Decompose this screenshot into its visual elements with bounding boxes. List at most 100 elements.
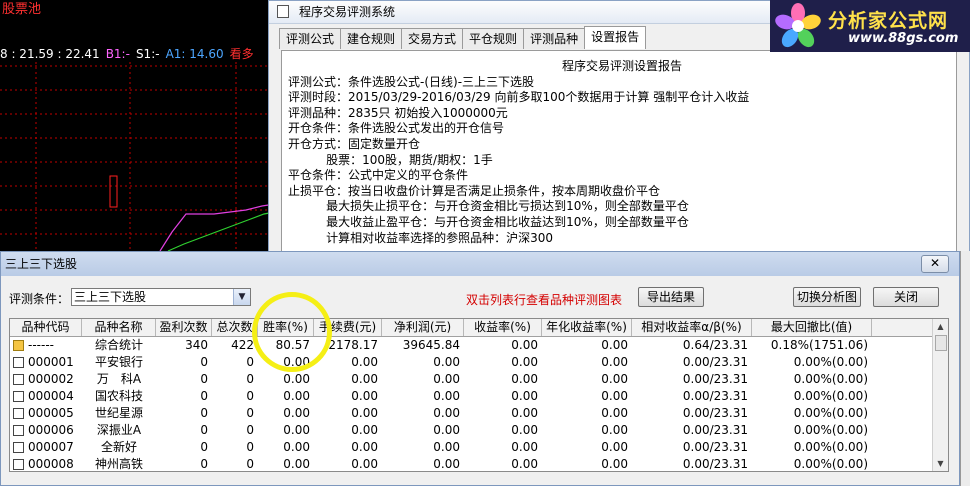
column-header-rel[interactable]: 相对收益率α/β(%) <box>632 319 752 336</box>
column-header-annual[interactable]: 年化收益率(%) <box>542 319 632 336</box>
cell-total: 0 <box>246 389 254 403</box>
table-row[interactable]: 000004 国农科技 0 0 0.00 0.00 0.00 0.00 0.00 0.00/23.… <box>10 388 932 405</box>
column-header-fee[interactable]: 手续费(元) <box>314 319 382 336</box>
cell-name: 国农科技 <box>94 389 143 403</box>
cell-profit: 0.00 <box>433 440 460 454</box>
report-line: 计算相对收益率选择的参照品种：沪深300 <box>288 230 554 245</box>
cell-winrate: 0.00 <box>283 457 310 471</box>
cell-winrate: 0.00 <box>283 440 310 454</box>
cell-dd: 0.00%(0.00) <box>793 389 868 403</box>
results-table[interactable]: 品种代码 品种名称 盈利次数 总次数 胜率(%) 手续费(元) 净利润(元) 收益率(%) 年化… <box>9 318 949 472</box>
cell-ret: 0.00 <box>511 355 538 369</box>
column-header-code[interactable]: 品种代码 <box>10 319 82 336</box>
table-row[interactable]: 000008 神州高铁 0 0 0.00 0.00 0.00 0.00 0.00 0.00/23.… <box>10 456 932 471</box>
cell-rel: 0.00/23.31 <box>682 423 748 437</box>
cell-rel: 0.00/23.31 <box>682 372 748 386</box>
column-header-ret[interactable]: 收益率(%) <box>464 319 542 336</box>
chevron-down-icon[interactable]: ▼ <box>233 289 250 305</box>
table-row[interactable]: 000001 平安银行 0 0 0.00 0.00 0.00 0.00 0.00 0.00/23.… <box>10 354 932 371</box>
cell-fee: 0.00 <box>351 372 378 386</box>
cell-code: 000004 <box>28 389 74 403</box>
cell-annual: 0.00 <box>601 372 628 386</box>
green-line <box>167 211 275 252</box>
cell-code: 000001 <box>28 355 74 369</box>
cell-profit: 0.00 <box>433 355 460 369</box>
vertical-scrollbar[interactable]: ▲ ▼ <box>932 319 948 471</box>
cell-fee: 0.00 <box>351 406 378 420</box>
export-button[interactable]: 导出结果 <box>638 287 704 307</box>
close-button[interactable]: 关闭 <box>873 287 939 307</box>
cell-ret: 0.00 <box>511 372 538 386</box>
cell-profit: 0.00 <box>433 457 460 471</box>
column-header-winrate[interactable]: 胜率(%) <box>258 319 314 336</box>
table-row[interactable]: 000006 深振业A 0 0 0.00 0.00 0.00 0.00 0.00 0.00/23.… <box>10 422 932 439</box>
cell-dd: 0.00%(0.00) <box>793 457 868 471</box>
tab-strip: 评测公式 建仓规则 交易方式 平仓规则 评测品种 设置报告 <box>279 26 647 50</box>
table-row[interactable]: 000007 全新好 0 0 0.00 0.00 0.00 0.00 0.00 0.00/23.3… <box>10 439 932 456</box>
cell-code: ------ <box>28 338 54 352</box>
window-titlebar[interactable]: 三上三下选股 ✕ <box>1 252 959 276</box>
table-row[interactable]: 000005 世纪星源 0 0 0.00 0.00 0.00 0.00 0.00 0.00/23.… <box>10 405 932 422</box>
cell-fee: 2178.17 <box>328 338 378 352</box>
selection-results-window[interactable]: 三上三下选股 ✕ 评测条件： 三上三下选股 ▼ 双击列表行查看品种评测图表 导出… <box>0 251 960 486</box>
tab-symbols[interactable]: 评测品种 <box>523 28 586 49</box>
tab-settings-report[interactable]: 设置报告 <box>584 26 647 49</box>
column-header-wins[interactable]: 盈利次数 <box>156 319 212 336</box>
background-window-edge <box>960 251 970 486</box>
cell-winrate: 0.00 <box>283 389 310 403</box>
condition-select[interactable]: 三上三下选股 ▼ <box>71 288 251 306</box>
cell-rel: 0.00/23.31 <box>682 355 748 369</box>
tab-open-rule[interactable]: 建仓规则 <box>340 28 403 49</box>
scroll-up-icon[interactable]: ▲ <box>933 319 948 334</box>
tab-close-rule[interactable]: 平仓规则 <box>462 28 525 49</box>
cell-wins: 0 <box>200 406 208 420</box>
cell-rel: 0.00/23.31 <box>682 457 748 471</box>
cell-annual: 0.00 <box>601 338 628 352</box>
cell-name: 全新好 <box>100 440 137 454</box>
tab-trade-mode[interactable]: 交易方式 <box>401 28 464 49</box>
cell-dd: 0.00%(0.00) <box>793 355 868 369</box>
tab-formula[interactable]: 评测公式 <box>279 28 342 49</box>
logo-url: www.88gs.com <box>848 31 959 46</box>
toolbar: 评测条件： 三上三下选股 ▼ 双击列表行查看品种评测图表 导出结果 切换分析图 … <box>1 284 959 310</box>
column-header-dd[interactable]: 最大回撤比(值) <box>752 319 872 336</box>
condition-label: 评测条件： <box>9 292 70 306</box>
column-header-name[interactable]: 品种名称 <box>82 319 156 336</box>
cell-rel: 0.00/23.31 <box>682 440 748 454</box>
scroll-down-icon[interactable]: ▼ <box>933 456 948 471</box>
report-line: 评测时段：2015/03/29-2016/03/29 向前多取100个数据用于计… <box>288 90 750 105</box>
cell-dd: 0.00%(0.00) <box>793 423 868 437</box>
flower-logo-icon <box>775 3 821 48</box>
cell-total: 0 <box>246 355 254 369</box>
cell-winrate: 80.57 <box>275 338 310 352</box>
cell-wins: 0 <box>200 389 208 403</box>
cell-code: 000002 <box>28 372 74 386</box>
cell-winrate: 0.00 <box>283 355 310 369</box>
report-title: 程序交易评测设置报告 <box>561 59 682 73</box>
scroll-thumb[interactable] <box>935 335 947 351</box>
close-icon[interactable]: ✕ <box>921 255 949 273</box>
candle-bar <box>109 175 118 208</box>
report-line: 评测品种：2835只 初始投入1000000元 <box>288 105 508 120</box>
table-header: 品种代码 品种名称 盈利次数 总次数 胜率(%) 手续费(元) 净利润(元) 收益率(%) 年化… <box>10 319 932 337</box>
site-logo: 分析家公式网 www.88gs.com <box>770 0 970 52</box>
cell-total: 0 <box>246 457 254 471</box>
cell-wins: 0 <box>200 423 208 437</box>
column-header-profit[interactable]: 净利润(元) <box>382 319 464 336</box>
cell-annual: 0.00 <box>601 440 628 454</box>
switch-chart-button[interactable]: 切换分析图 <box>793 287 861 307</box>
cell-dd: 0.18%(1751.06) <box>770 338 868 352</box>
report-line: 平仓条件：公式中定义的平仓条件 <box>288 168 469 183</box>
column-header-total[interactable]: 总次数 <box>212 319 258 336</box>
cell-name: 神州高铁 <box>94 457 143 471</box>
cell-wins: 0 <box>200 457 208 471</box>
cell-fee: 0.00 <box>351 440 378 454</box>
cell-fee: 0.00 <box>351 389 378 403</box>
window-title: 程序交易评测系统 <box>299 5 396 19</box>
cell-annual: 0.00 <box>601 389 628 403</box>
table-row[interactable]: 000002 万 科A 0 0 0.00 0.00 0.00 0.00 0.00 0.00/23.… <box>10 371 932 388</box>
table-row[interactable]: ------ 综合统计 340 422 80.57 2178.17 39645.84 0.00… <box>10 337 932 354</box>
cell-fee: 0.00 <box>351 457 378 471</box>
report-line: 股票：100股，期货/期权：1手 <box>288 152 493 167</box>
cell-fee: 0.00 <box>351 355 378 369</box>
